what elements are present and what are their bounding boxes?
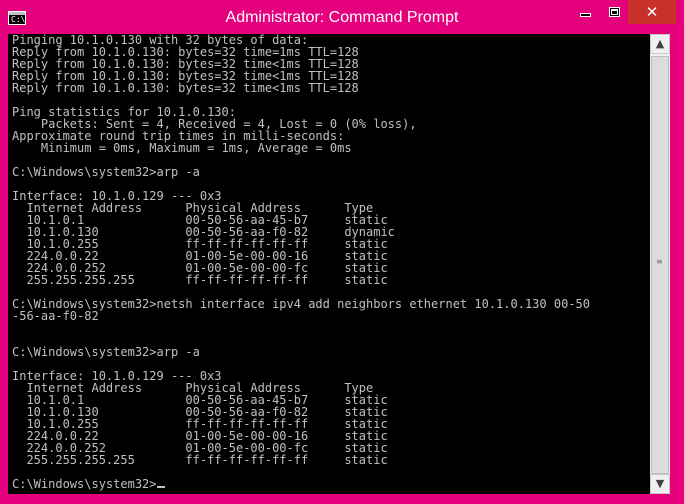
scroll-thumb[interactable]: ≡ [651,56,669,474]
title-bar[interactable]: C:\ Administrator: Command Prompt ✕ [0,0,684,34]
console-line: C:\Windows\system32>arp -a [12,165,200,179]
prompt-text: C:\Windows\system32> [12,477,157,491]
close-icon: ✕ [645,3,659,21]
console-window: C:\ Administrator: Command Prompt ✕ Ping… [0,0,684,504]
vertical-scrollbar[interactable]: ▲ ≡ ▼ [650,34,670,494]
console-line: Reply from 10.1.0.130: bytes=32 time<1ms… [12,81,359,95]
close-button[interactable]: ✕ [628,0,676,24]
console-line: Minimum = 0ms, Maximum = 1ms, Average = … [12,141,352,155]
window-border [0,494,684,504]
console-line: -56-aa-f0-82 [12,309,99,323]
prompt-line[interactable]: C:\Windows\system32> [12,478,590,490]
chevron-down-icon: ▼ [655,477,665,490]
text-cursor [156,486,165,488]
chevron-up-icon: ▲ [655,37,665,50]
grip-icon: ≡ [656,257,663,266]
console-line: 255.255.255.255 ff-ff-ff-ff-ff-ff static [12,453,388,467]
maximize-icon [609,7,620,17]
scroll-down-button[interactable]: ▼ [650,474,670,494]
console-line: 255.255.255.255 ff-ff-ff-ff-ff-ff static [12,273,388,287]
maximize-button[interactable] [600,0,628,24]
console-line: C:\Windows\system32>arp -a [12,345,200,359]
minimize-icon [580,13,591,17]
console-text: Pinging 10.1.0.130 with 32 bytes of data… [12,34,590,490]
minimize-button[interactable] [570,0,600,24]
console-output[interactable]: Pinging 10.1.0.130 with 32 bytes of data… [8,34,650,494]
scroll-up-button[interactable]: ▲ [650,34,670,54]
